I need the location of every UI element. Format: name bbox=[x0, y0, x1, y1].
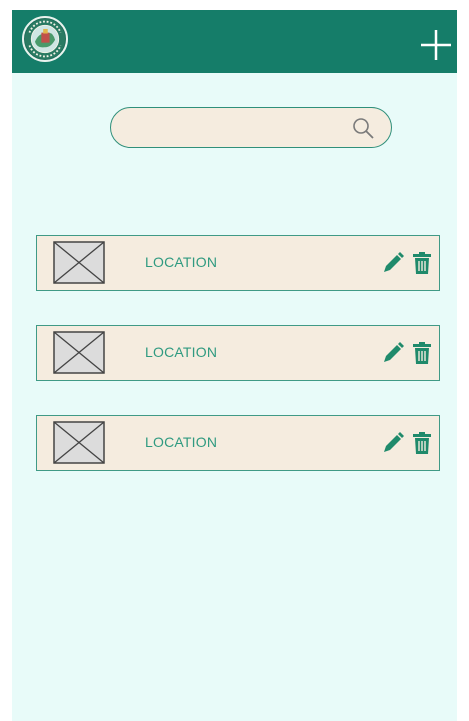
edit-button[interactable] bbox=[381, 431, 405, 455]
pencil-icon bbox=[384, 432, 404, 452]
trash-icon bbox=[413, 342, 431, 364]
trash-icon bbox=[413, 252, 431, 274]
add-location-button[interactable] bbox=[419, 28, 453, 62]
search-icon[interactable] bbox=[351, 116, 375, 140]
image-placeholder-icon bbox=[53, 421, 105, 464]
delete-button[interactable] bbox=[411, 341, 433, 365]
app-screen: LOCATION LOCATION LOCATION bbox=[12, 10, 457, 721]
trash-icon bbox=[413, 432, 431, 454]
plus-icon bbox=[421, 30, 451, 60]
top-bar bbox=[12, 10, 457, 73]
edit-button[interactable] bbox=[381, 251, 405, 275]
image-placeholder-icon bbox=[53, 241, 105, 284]
image-placeholder-icon bbox=[53, 331, 105, 374]
search-input[interactable] bbox=[127, 116, 341, 142]
delete-button[interactable] bbox=[411, 431, 433, 455]
location-label: LOCATION bbox=[145, 434, 218, 450]
location-label: LOCATION bbox=[145, 254, 218, 270]
location-card[interactable]: LOCATION bbox=[36, 235, 440, 291]
edit-button[interactable] bbox=[381, 341, 405, 365]
location-card[interactable]: LOCATION bbox=[36, 415, 440, 471]
location-label: LOCATION bbox=[145, 344, 218, 360]
app-logo-icon[interactable] bbox=[22, 16, 68, 62]
search-bar[interactable] bbox=[110, 107, 392, 148]
pencil-icon bbox=[384, 252, 404, 272]
location-card[interactable]: LOCATION bbox=[36, 325, 440, 381]
pencil-icon bbox=[384, 342, 404, 362]
delete-button[interactable] bbox=[411, 251, 433, 275]
